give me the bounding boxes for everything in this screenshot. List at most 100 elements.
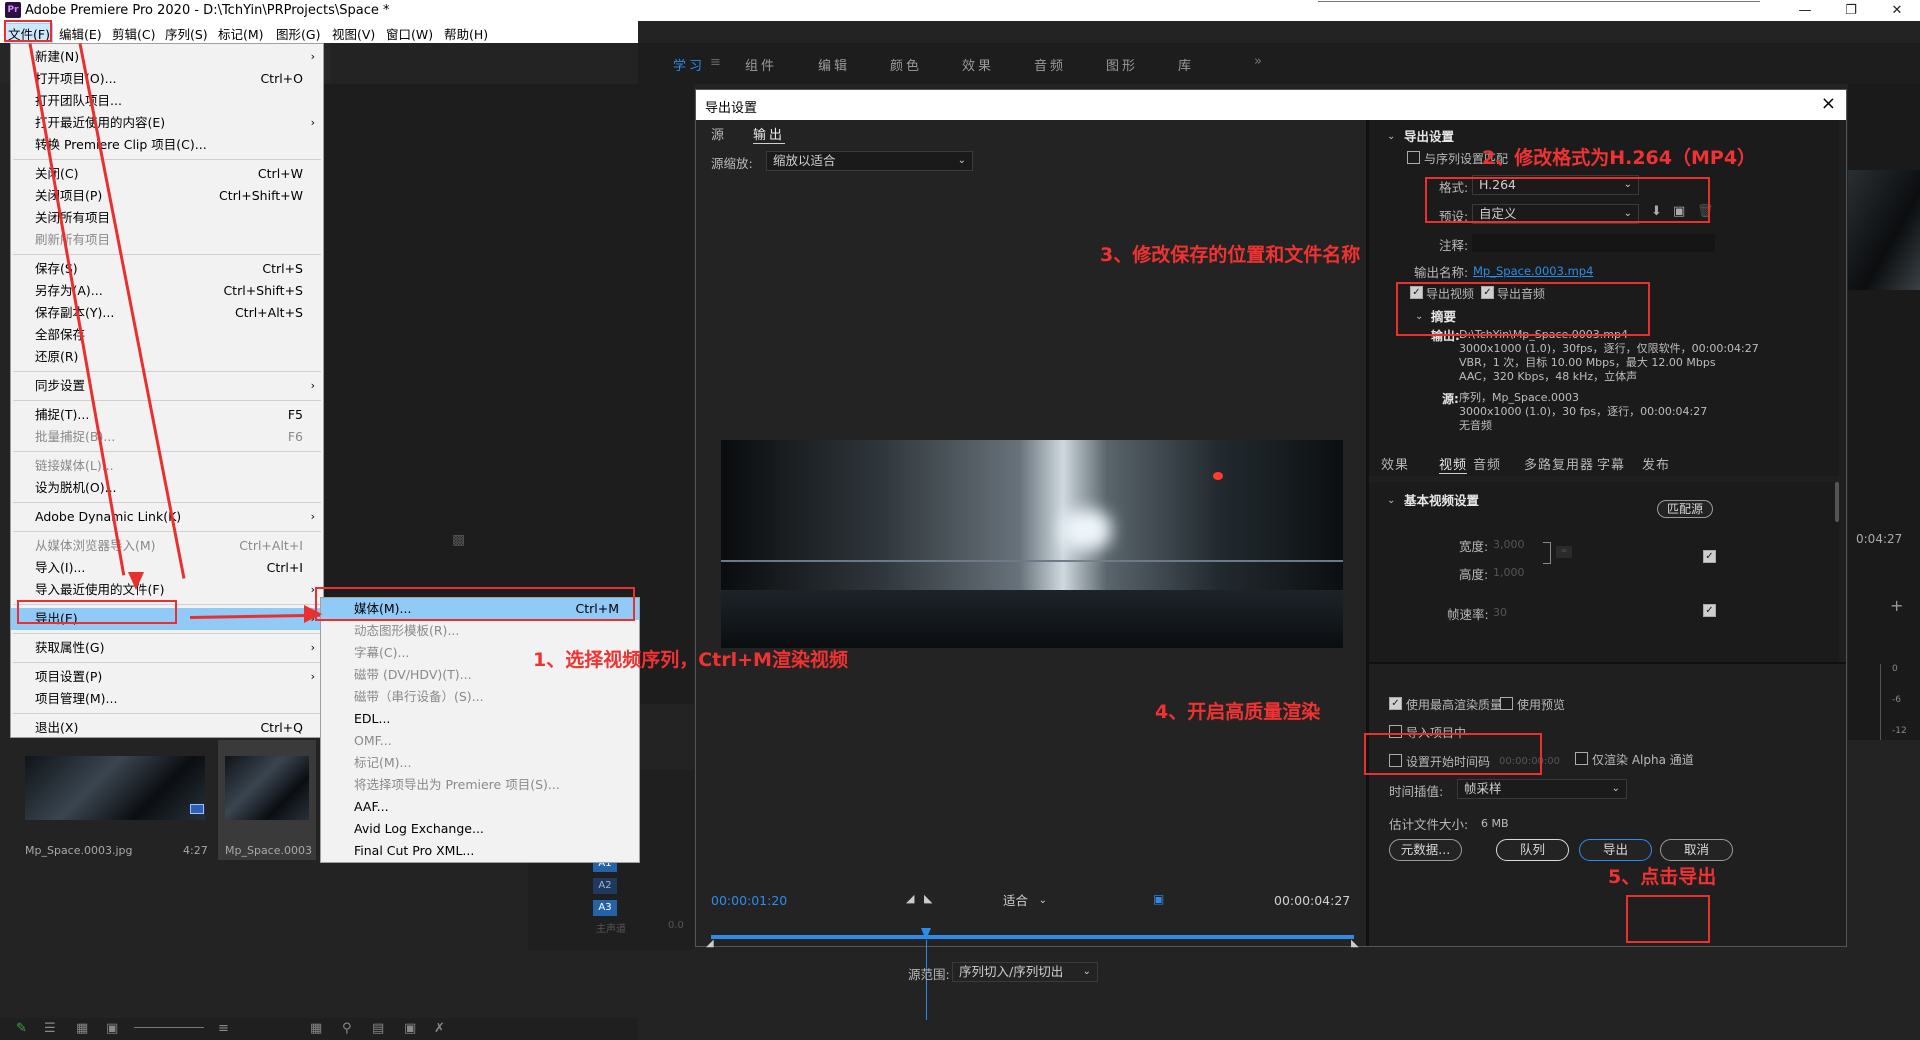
maximize-icon[interactable]: ❐ [1828, 0, 1874, 21]
tab-output[interactable]: 输出 [753, 124, 786, 144]
file-menu-item[interactable]: 捕捉(T)... F5 [11, 404, 323, 426]
freeform-view-icon[interactable]: ▣ [106, 1021, 118, 1036]
file-menu-item[interactable]: 同步设置 › [11, 375, 323, 397]
file-menu-item[interactable]: 打开项目(O)... Ctrl+O [11, 68, 323, 90]
menu-view[interactable]: 视图(V) [332, 24, 375, 43]
export-submenu-item[interactable]: Avid Log Exchange... [321, 818, 639, 840]
max-render-quality-checkbox[interactable]: ✓ [1389, 697, 1402, 710]
queue-button[interactable]: 队列 [1496, 839, 1569, 861]
metadata-button[interactable]: 元数据... [1389, 839, 1462, 861]
sort-icon[interactable]: ≡ [218, 1021, 229, 1036]
icon-view-icon[interactable]: ▦ [76, 1021, 88, 1036]
lock-icon[interactable]: ✎ [16, 1021, 27, 1036]
time-interp-dropdown[interactable]: 帧采样 ⌄ [1457, 779, 1627, 799]
zoom-slider[interactable] [134, 1027, 204, 1028]
minimize-icon[interactable]: — [1782, 0, 1828, 21]
range-end-handle[interactable]: ◣ [1351, 938, 1359, 949]
range-start-handle[interactable]: ◢ [706, 938, 714, 949]
collapse-icon[interactable]: ⌄ [1387, 130, 1395, 144]
file-menu-item[interactable]: 全部保存 [11, 324, 323, 346]
file-menu-item[interactable]: 刷新所有项目 [11, 229, 323, 251]
settings-tab-effects[interactable]: 效果 [1381, 454, 1409, 473]
aspect-icon[interactable]: ▣ [1153, 892, 1164, 906]
source-range-bar[interactable] [711, 935, 1354, 939]
file-menu-item[interactable]: 导入(I)... Ctrl+I [11, 557, 323, 579]
new-item-icon[interactable]: ▣ [404, 1021, 416, 1036]
track-a3[interactable]: A3 [593, 900, 617, 916]
export-submenu-item[interactable]: 动态图形模板(R)... [321, 620, 639, 642]
project-thumb-image[interactable] [25, 756, 205, 820]
collapse-icon[interactable]: ⌄ [1387, 494, 1395, 508]
width-value[interactable]: 3,000 [1493, 538, 1525, 552]
file-menu-item[interactable]: Adobe Dynamic Link(K) › [11, 506, 323, 528]
mark-out-icon[interactable]: ◣ [924, 892, 932, 905]
trash-icon[interactable]: ✗ [434, 1021, 445, 1036]
file-menu-item[interactable]: 转换 Premiere Clip 项目(C)... [11, 134, 323, 156]
settings-tab-multiplexer[interactable]: 多路复用器 [1524, 454, 1594, 473]
menu-clip[interactable]: 剪辑(C) [112, 24, 155, 43]
file-menu-item[interactable]: 项目管理(M)... [11, 688, 323, 710]
export-button[interactable]: 导出 [1579, 839, 1652, 861]
source-range-dropdown[interactable]: 序列切入/序列切出 ⌄ [952, 962, 1098, 982]
list-view-icon[interactable]: ☰ [44, 1021, 56, 1036]
menu-graphics[interactable]: 图形(G) [276, 24, 320, 43]
workspace-menu-icon[interactable]: ≡ [710, 55, 721, 70]
file-menu-item[interactable]: 关闭(C) Ctrl+W [11, 163, 323, 185]
file-menu-item[interactable]: 保存副本(Y)... Ctrl+Alt+S [11, 302, 323, 324]
tab-source[interactable]: 源 [711, 124, 727, 143]
workspace-effects[interactable]: 效果 [962, 55, 994, 74]
export-submenu-item[interactable]: Final Cut Pro XML... [321, 840, 639, 862]
dialog-close-icon[interactable]: × [1821, 93, 1836, 114]
export-submenu-item[interactable]: AAF... [321, 796, 639, 818]
menu-marker[interactable]: 标记(M) [218, 24, 264, 43]
file-menu-item[interactable]: 获取属性(G) › [11, 637, 323, 659]
chain-link-icon[interactable]: ∞ [1556, 546, 1572, 558]
comment-input[interactable] [1472, 234, 1715, 252]
match-source-button[interactable]: 匹配源 [1657, 500, 1713, 518]
mark-in-icon[interactable]: ◢ [906, 892, 914, 905]
new-bin-icon[interactable]: ▤ [372, 1021, 384, 1036]
match-sequence-checkbox[interactable] [1407, 151, 1420, 164]
workspace-libraries[interactable]: 库 [1178, 55, 1194, 74]
find-icon[interactable]: ⚲ [342, 1021, 352, 1036]
timecode-in[interactable]: 00:00:01:20 [711, 893, 787, 908]
workspace-graphics[interactable]: 图形 [1106, 55, 1138, 74]
export-submenu-item[interactable]: 标记(M)... [321, 752, 639, 774]
project-item-selected[interactable]: Mp_Space.0003 [218, 740, 316, 860]
file-menu-item[interactable]: 链接媒体(L)... [11, 455, 323, 477]
track-a2[interactable]: A2 [593, 878, 617, 894]
automate-icon[interactable]: ▦ [310, 1021, 322, 1036]
workspace-learn[interactable]: 学习 [673, 55, 705, 74]
file-menu-item[interactable]: 新建(N) › [11, 46, 323, 68]
source-scale-dropdown[interactable]: 缩放以适合 ⌄ [766, 151, 973, 171]
workspace-audio[interactable]: 音频 [1034, 55, 1066, 74]
file-menu-item[interactable]: 打开最近使用的内容(E) › [11, 112, 323, 134]
file-menu-item[interactable]: 项目设置(P) › [11, 666, 323, 688]
add-icon[interactable]: + [1890, 596, 1903, 615]
settings-tab-video[interactable]: 视频 [1439, 454, 1468, 474]
use-preview-checkbox[interactable] [1500, 697, 1513, 710]
menu-edit[interactable]: 编辑(E) [59, 24, 102, 43]
settings-tab-audio[interactable]: 音频 [1473, 454, 1501, 473]
file-menu-item[interactable]: 退出(X) Ctrl+Q [11, 717, 323, 739]
fit-dropdown[interactable]: 适合 ⌄ [996, 891, 1054, 911]
file-menu-item[interactable]: 打开团队项目... [11, 90, 323, 112]
height-value[interactable]: 1,000 [1493, 566, 1525, 580]
file-menu-item[interactable]: 导入最近使用的文件(F) › [11, 579, 323, 601]
export-submenu-item[interactable]: 将选择项导出为 Premiere 项目(S)... [321, 774, 639, 796]
file-menu-item[interactable]: 批量捕捉(B)... F6 [11, 426, 323, 448]
settings-tab-publish[interactable]: 发布 [1642, 454, 1670, 473]
menu-sequence[interactable]: 序列(S) [165, 24, 208, 43]
framerate-match-checkbox[interactable]: ✓ [1703, 604, 1716, 617]
workspace-editing[interactable]: 编辑 [818, 55, 850, 74]
file-menu-item[interactable]: 保存(S) Ctrl+S [11, 258, 323, 280]
export-submenu-item[interactable]: OMF... [321, 730, 639, 752]
settings-tab-captions[interactable]: 字幕 [1597, 454, 1625, 473]
width-height-match-checkbox[interactable]: ✓ [1703, 550, 1716, 563]
export-submenu-item[interactable]: EDL... [321, 708, 639, 730]
workspace-overflow-icon[interactable]: » [1254, 54, 1262, 69]
close-icon[interactable]: ✕ [1874, 0, 1920, 21]
framerate-value[interactable]: 30 [1493, 606, 1507, 620]
file-menu-item[interactable]: 还原(R) [11, 346, 323, 368]
settings-scrollbar[interactable] [1835, 482, 1839, 522]
